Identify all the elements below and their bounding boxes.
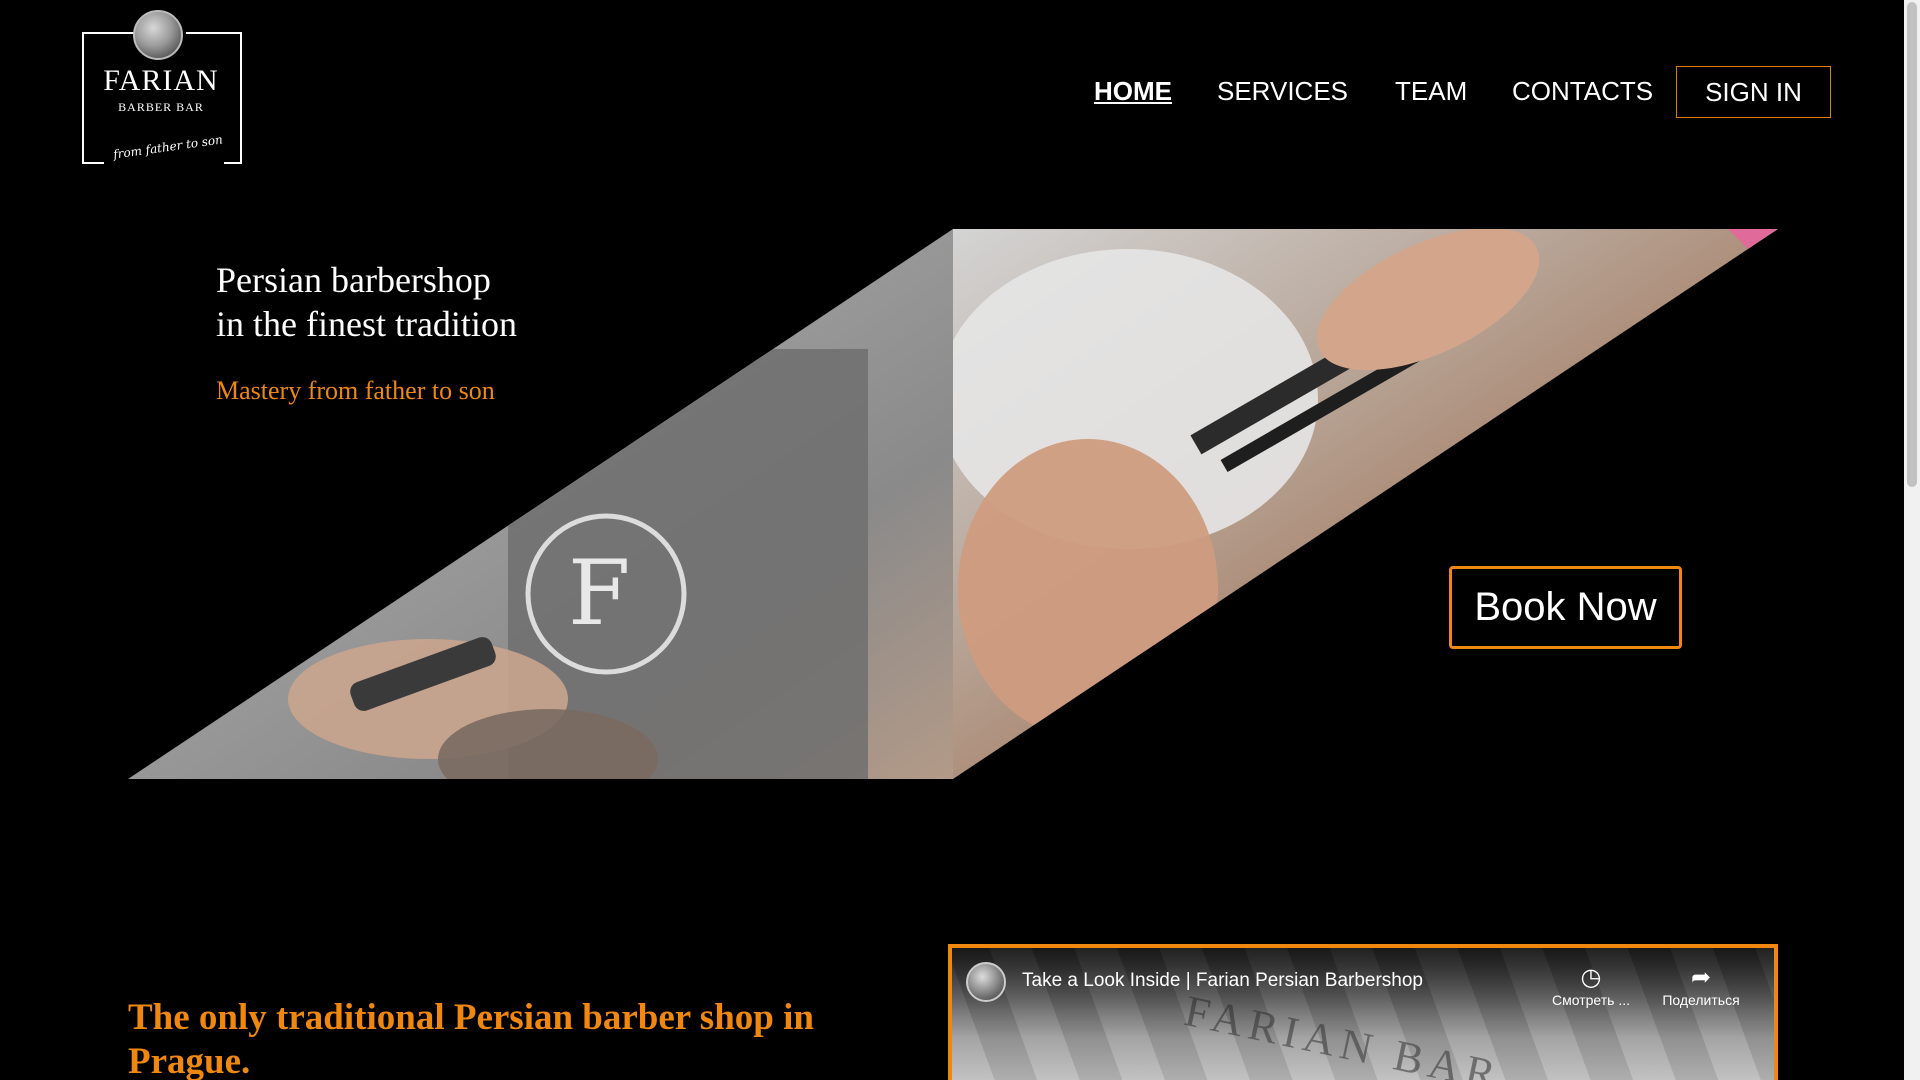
hero-title-line-1: Persian barbershop	[216, 260, 491, 300]
hero-title: Persian barbershop in the finest traditi…	[216, 258, 517, 346]
svg-text:F: F	[568, 541, 630, 646]
page: FARIAN BARBER BAR from father to son HOM…	[0, 0, 1904, 1080]
book-now-button[interactable]: Book Now	[1449, 566, 1682, 649]
share-label: Поделиться	[1662, 992, 1740, 1008]
nav-home[interactable]: HOME	[1094, 76, 1172, 106]
section-heading: The only traditional Persian barber shop…	[128, 997, 814, 1080]
sign-in-button[interactable]: SIGN IN	[1676, 66, 1831, 118]
nav-team[interactable]: TEAM	[1395, 76, 1467, 106]
video-title[interactable]: Take a Look Inside | Farian Persian Barb…	[1022, 970, 1423, 992]
share-arrow-icon: ➦	[1690, 964, 1712, 991]
channel-avatar[interactable]	[966, 962, 1006, 1002]
hero-subtitle: Mastery from father to son	[216, 376, 495, 405]
scrollbar-thumb[interactable]	[1907, 2, 1917, 487]
logo-brand: FARIAN	[103, 64, 219, 97]
video-embed[interactable]: FARIAN BAR Take a Look Inside | Farian P…	[948, 944, 1778, 1080]
page-scrollbar[interactable]	[1904, 0, 1920, 1080]
watch-later-button[interactable]: ◷ Смотреть ...	[1546, 964, 1636, 1008]
watch-later-label: Смотреть ...	[1552, 992, 1630, 1008]
clock-icon: ◷	[1580, 964, 1602, 991]
share-button[interactable]: ➦ Поделиться	[1656, 964, 1746, 1008]
logo[interactable]: FARIAN BARBER BAR from father to son	[80, 10, 242, 174]
nav-services[interactable]: SERVICES	[1217, 76, 1348, 106]
logo-sub: BARBER BAR	[118, 100, 204, 114]
video-top-shade	[952, 948, 1774, 1038]
hero-title-line-2: in the finest tradition	[216, 304, 517, 344]
nav-contacts[interactable]: CONTACTS	[1512, 76, 1653, 106]
logo-emblem-icon	[133, 10, 183, 60]
